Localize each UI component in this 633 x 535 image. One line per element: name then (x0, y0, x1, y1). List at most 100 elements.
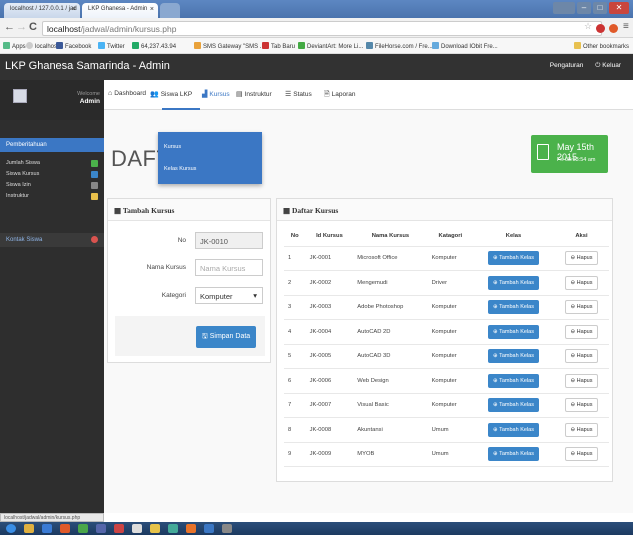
tambah-kelas-button[interactable]: ⊕ Tambah Kelas (488, 300, 539, 315)
hapus-button[interactable]: ⊖ Hapus (565, 300, 598, 315)
nama-kursus-input[interactable]: Nama Kursus (195, 259, 263, 276)
hapus-button[interactable]: ⊖ Hapus (565, 373, 598, 388)
menu-item-kursus[interactable]: Kursus (164, 144, 181, 150)
button-label: Tambah Kelas (499, 426, 534, 433)
app-icon[interactable] (42, 524, 52, 533)
tab-label: Status (293, 91, 312, 98)
app-icon[interactable] (96, 524, 106, 533)
sidebar-pemberitahuan[interactable]: Pemberitahuan (0, 138, 104, 152)
browser-tab-admin[interactable]: LKP Ghanesa - Admin × (82, 3, 158, 18)
back-icon[interactable]: ← (4, 21, 15, 33)
tab-instruktur[interactable]: ▤ Instruktur (236, 90, 272, 98)
app-icon[interactable] (150, 524, 160, 533)
star-icon[interactable]: ☆ (584, 21, 592, 32)
user-icon[interactable] (553, 2, 575, 14)
bookmark-tabbaru[interactable]: Tab Baru (262, 42, 295, 50)
tab-siswa-lkp[interactable]: 👥 Siswa LKP (150, 90, 192, 98)
sidebar-item-siswa-izin[interactable]: Siswa Izin (6, 182, 31, 188)
calendar-icon (537, 144, 549, 160)
tambah-kelas-button[interactable]: ⊕ Tambah Kelas (488, 447, 539, 462)
tab-dashboard[interactable]: ⌂ Dashboard (108, 90, 146, 97)
close-icon[interactable]: × (150, 6, 154, 13)
hapus-button[interactable]: ⊖ Hapus (565, 349, 598, 364)
browser-tab-phpmyadmin[interactable]: localhost / 127.0.0.1 / jad × (4, 3, 80, 18)
tab-label: Laporan (331, 91, 356, 98)
tab-kursus[interactable]: ▟ Kursus (202, 90, 230, 98)
menu-item-kelas-kursus[interactable]: Kelas Kursus (164, 166, 196, 172)
minimize-icon[interactable]: – (577, 2, 591, 14)
close-window-icon[interactable]: ✕ (609, 2, 629, 14)
button-label: Tambah Kelas (499, 255, 534, 262)
app-icon[interactable] (132, 524, 142, 533)
extension-icon[interactable] (596, 24, 605, 33)
bookmark-iobit[interactable]: Download IObit Fre... (432, 42, 498, 50)
new-tab-button[interactable] (160, 3, 180, 18)
hapus-button[interactable]: ⊖ Hapus (565, 422, 598, 437)
keluar-link[interactable]: Keluar (602, 62, 621, 69)
hapus-button[interactable]: ⊖ Hapus (565, 324, 598, 339)
sidebar-item-jumlah-siswa[interactable]: Jumlah Siswa (6, 160, 40, 166)
bookmark-twitter[interactable]: Twitter (98, 42, 125, 50)
explorer-icon[interactable] (24, 524, 34, 533)
forward-icon[interactable]: → (16, 21, 27, 33)
simpan-button[interactable]: 🖫 Simpan Data (196, 326, 256, 348)
bookmark-label: 64,237.43.94 (141, 44, 177, 50)
brand-title[interactable]: LKP Ghanesa Samarinda - Admin (5, 60, 170, 72)
hapus-button[interactable]: ⊖ Hapus (565, 275, 598, 290)
menu-icon[interactable]: ≡ (623, 21, 629, 32)
reload-icon[interactable]: C (29, 21, 37, 33)
bookmark-facebook[interactable]: Facebook (56, 42, 91, 50)
maximize-icon[interactable]: □ (593, 2, 607, 14)
cell-kelas: ⊕ Tambah Kelas (473, 393, 554, 418)
tambah-kelas-button[interactable]: ⊕ Tambah Kelas (488, 275, 539, 290)
nama-kursus-label: Nama Kursus (146, 264, 186, 271)
power-icon[interactable]: ⏻ (595, 62, 600, 69)
tambah-kelas-button[interactable]: ⊕ Tambah Kelas (488, 251, 539, 266)
button-label: Hapus (576, 353, 593, 360)
button-label: Tambah Kelas (499, 328, 534, 335)
bookmark-ip[interactable]: 64,237.43.94 (132, 42, 176, 50)
bookmark-other[interactable]: Other bookmarks (574, 42, 629, 50)
panel-title: Daftar Kursus (291, 206, 339, 215)
close-icon[interactable]: × (72, 6, 76, 13)
cell-aksi: ⊖ Hapus (553, 270, 609, 296)
tambah-kelas-button[interactable]: ⊕ Tambah Kelas (488, 422, 539, 437)
hapus-button[interactable]: ⊖ Hapus (565, 447, 598, 462)
bookmark-localhost[interactable]: localhost (26, 42, 59, 50)
cell-no: 5 (284, 344, 306, 369)
app-icon[interactable] (78, 524, 88, 533)
browser-nav-bar: ← → C localhost/jadwal/admin/kursus.php … (0, 18, 633, 38)
sidebar-item-instruktur[interactable]: Instruktur (6, 193, 29, 199)
cell-no: 8 (284, 417, 306, 443)
kategori-select[interactable]: Komputer ▾ (195, 287, 263, 304)
hapus-button[interactable]: ⊖ Hapus (565, 398, 598, 413)
address-bar[interactable]: localhost/jadwal/admin/kursus.php (42, 21, 602, 36)
tab-laporan[interactable]: 🗎 Laporan (324, 90, 356, 101)
kontak-label: Kontak Siswa (6, 237, 43, 243)
app-icon[interactable] (222, 524, 232, 533)
tab-status[interactable]: ☰ Status (285, 90, 312, 98)
bookmark-deviantart[interactable]: DeviantArt: More Li... (298, 42, 363, 50)
bookmark-filehorse[interactable]: FileHorse.com / Fre... (366, 42, 433, 50)
app-icon[interactable] (168, 524, 178, 533)
tambah-kelas-button[interactable]: ⊕ Tambah Kelas (488, 349, 539, 364)
bookmark-apps[interactable]: Apps (3, 42, 26, 50)
app-icon[interactable] (114, 524, 124, 533)
tambah-kelas-button[interactable]: ⊕ Tambah Kelas (488, 373, 539, 388)
bookmark-sms[interactable]: SMS Gateway "SMS ... (194, 42, 265, 50)
list-icon: ☰ (285, 91, 292, 98)
no-field[interactable]: JK-0010 (195, 232, 263, 249)
app-icon[interactable] (204, 524, 214, 533)
start-icon[interactable] (6, 524, 16, 533)
hapus-button[interactable]: ⊖ Hapus (565, 251, 598, 266)
bookmark-label: Apps (12, 44, 26, 50)
chrome-icon[interactable] (186, 524, 196, 533)
tambah-kelas-button[interactable]: ⊕ Tambah Kelas (488, 324, 539, 339)
app-icon[interactable] (60, 524, 70, 533)
tambah-kelas-button[interactable]: ⊕ Tambah Kelas (488, 398, 539, 413)
pengaturan-link[interactable]: Pengaturan (550, 62, 584, 69)
sidebar-item-siswa-kursus[interactable]: Siswa Kursus (6, 171, 39, 177)
button-label: Simpan Data (209, 333, 251, 340)
sidebar-kontak-siswa[interactable]: Kontak Siswa (0, 233, 104, 247)
opera-icon[interactable] (609, 24, 618, 33)
